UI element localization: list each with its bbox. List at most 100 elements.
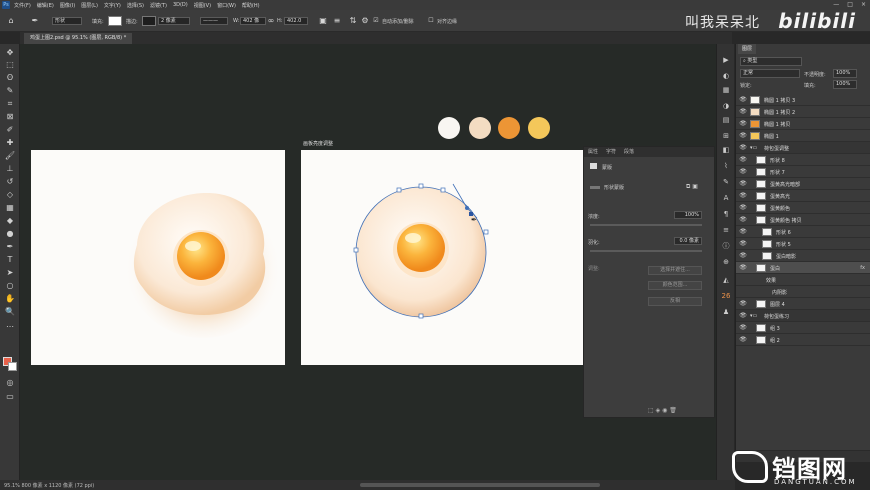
glyphs-panel-icon[interactable]: ⊕ [721, 258, 731, 267]
visibility-eye-icon[interactable]: 👁 [739, 312, 747, 320]
blur-tool-icon[interactable]: ◆ [4, 216, 16, 226]
visibility-eye-icon[interactable]: 👁 [739, 120, 747, 128]
visibility-eye-icon[interactable]: 👁 [739, 228, 747, 236]
layer-row[interactable]: 👁 图层 4 [736, 298, 870, 310]
3d-panel-icon[interactable]: ◭ [721, 276, 731, 285]
density-slider[interactable] [590, 224, 702, 226]
visibility-eye-icon[interactable]: 👁 [739, 216, 747, 224]
opacity-input[interactable]: 100% [833, 69, 857, 78]
artboard-reference[interactable] [31, 150, 285, 365]
path-ops-icon[interactable]: ▣ [318, 16, 328, 26]
pen-tool-icon[interactable]: ✒ [30, 16, 40, 26]
layer-row[interactable]: 👁 形状 7 [736, 166, 870, 178]
character-panel-icon[interactable]: A [721, 194, 731, 203]
visibility-eye-icon[interactable]: 👁 [739, 132, 747, 140]
fill-opacity-input[interactable]: 100% [833, 80, 857, 89]
density-value[interactable]: 100% [674, 211, 702, 219]
layer-row[interactable]: 👁 蛋黄高光 [736, 190, 870, 202]
stroke-type-select[interactable]: ——— [200, 17, 228, 25]
layer-group-row[interactable]: 👁 ▾▭ 荷包蛋调整 [736, 142, 870, 154]
stroke-swatch[interactable] [142, 16, 156, 26]
brush-tool-icon[interactable]: 🖌 [4, 151, 16, 161]
screen-mode-icon[interactable]: ▭ [4, 392, 16, 402]
artboard-working[interactable]: ✒ [301, 150, 583, 365]
folder-icon[interactable]: ▾▭ [750, 313, 757, 319]
zoom-tool-icon[interactable]: 🔍 [4, 307, 16, 317]
home-icon[interactable]: ⌂ [6, 16, 16, 26]
gradient-tool-icon[interactable]: ▦ [4, 203, 16, 213]
menu-item[interactable]: 视图(V) [194, 2, 211, 9]
menu-item[interactable]: 帮助(H) [242, 2, 260, 9]
select-and-mask-button[interactable]: 选择并遮住... [648, 266, 702, 275]
menu-item[interactable]: 图层(L) [81, 2, 98, 9]
marquee-tool-icon[interactable]: ⬚ [4, 60, 16, 70]
settings-gear-icon[interactable]: ⚙ [360, 16, 370, 26]
hand-tool-icon[interactable]: ✋ [4, 294, 16, 304]
path-align-icon[interactable]: ≡ [332, 16, 342, 26]
layer-row[interactable]: 👁 组 3 [736, 322, 870, 334]
visibility-eye-icon[interactable]: 👁 [739, 108, 747, 116]
type-tool-icon[interactable]: T [4, 255, 16, 265]
styles-panel-icon[interactable]: ⊞ [721, 132, 731, 141]
apply-mask-icon[interactable]: ⧉ ▣ [686, 183, 698, 191]
visibility-eye-icon[interactable]: 👁 [739, 156, 747, 164]
maximize-icon[interactable]: □ [847, 1, 853, 8]
tab-character[interactable]: 字符 [606, 147, 616, 157]
move-tool-icon[interactable]: ✥ [4, 48, 16, 58]
clone-stamp-icon[interactable]: ⊥ [4, 164, 16, 174]
path-select-tool-icon[interactable]: ➤ [4, 268, 16, 278]
menu-item[interactable]: 滤镜(T) [150, 2, 167, 9]
menu-item[interactable]: 文件(F) [14, 2, 31, 9]
color-range-button[interactable]: 颜色范围... [648, 281, 702, 290]
libraries-panel-icon[interactable]: ▤ [721, 116, 731, 125]
width-input[interactable]: 402 像 [240, 17, 266, 25]
eyedropper-tool-icon[interactable]: ✐ [4, 125, 16, 135]
layer-row[interactable]: 👁 蛋黄颜色 [736, 202, 870, 214]
ellipse-tool-icon[interactable]: ○ [4, 281, 16, 291]
layer-row[interactable]: 👁 椭圆 1 拷贝 2 [736, 106, 870, 118]
visibility-eye-icon[interactable]: 👁 [739, 180, 747, 188]
menu-item[interactable]: 选择(S) [127, 2, 144, 9]
layer-group-row[interactable]: 👁 ▾▭ 荷包蛋练习 [736, 310, 870, 322]
folder-icon[interactable]: ▾▭ [750, 145, 757, 151]
swatches-panel-icon[interactable]: ▦ [721, 86, 731, 95]
pen-tool-icon[interactable]: ✒ [4, 242, 16, 252]
menu-item[interactable]: 3D(D) [173, 2, 188, 9]
horizontal-scrollbar[interactable] [360, 483, 600, 487]
quick-select-tool-icon[interactable]: ✎ [4, 86, 16, 96]
visibility-eye-icon[interactable]: 👁 [739, 144, 747, 152]
tool-mode-select[interactable]: 形状 [52, 17, 82, 25]
tab-layers[interactable]: 图层 [738, 44, 757, 54]
layer-row[interactable]: 👁 蛋黄高光暗部 [736, 178, 870, 190]
blend-mode-select[interactable]: 正常 [740, 69, 800, 78]
layer-effect-row[interactable]: 效果 [736, 274, 870, 286]
lasso-tool-icon[interactable]: ʘ [4, 73, 16, 83]
crop-tool-icon[interactable]: ⌗ [4, 99, 16, 109]
visibility-eye-icon[interactable]: 👁 [739, 96, 747, 104]
eraser-tool-icon[interactable]: ◇ [4, 190, 16, 200]
paths-panel-icon[interactable]: ⌇ [721, 162, 731, 171]
auto-add-delete-checkbox[interactable]: ☑ [371, 16, 381, 26]
info-panel-icon[interactable]: ⓘ [721, 242, 731, 251]
paragraph-panel-icon[interactable]: ¶ [721, 210, 731, 219]
layer-row[interactable]: 👁 椭圆 1 拷贝 [736, 118, 870, 130]
stroke-width-input[interactable]: 2 像素 [158, 17, 190, 25]
menu-item[interactable]: 编辑(E) [37, 2, 54, 9]
path-arrange-icon[interactable]: ⇅ [348, 16, 358, 26]
tab-paragraph[interactable]: 段落 [624, 147, 634, 157]
visibility-eye-icon[interactable]: 👁 [739, 192, 747, 200]
healing-brush-icon[interactable]: ✚ [4, 138, 16, 148]
color-lookup-icon[interactable]: 26 [721, 292, 731, 301]
layer-fx-badge[interactable]: fx [860, 265, 865, 271]
menu-item[interactable]: 窗口(W) [217, 2, 236, 9]
channels-panel-icon[interactable]: ◧ [721, 146, 731, 155]
layer-row[interactable]: 👁 形状 6 [736, 226, 870, 238]
close-icon[interactable]: × [861, 1, 866, 8]
timeline-panel-icon[interactable]: ♟ [721, 308, 731, 317]
feather-value[interactable]: 0.0 像素 [674, 237, 702, 245]
layer-row[interactable]: 👁 蛋黄颜色 拷贝 [736, 214, 870, 226]
minimize-icon[interactable]: — [833, 1, 839, 8]
background-color-swatch[interactable] [8, 362, 17, 371]
visibility-eye-icon[interactable]: 👁 [739, 324, 747, 332]
layer-kind-filter[interactable]: ⌕ 类型 [740, 57, 802, 66]
